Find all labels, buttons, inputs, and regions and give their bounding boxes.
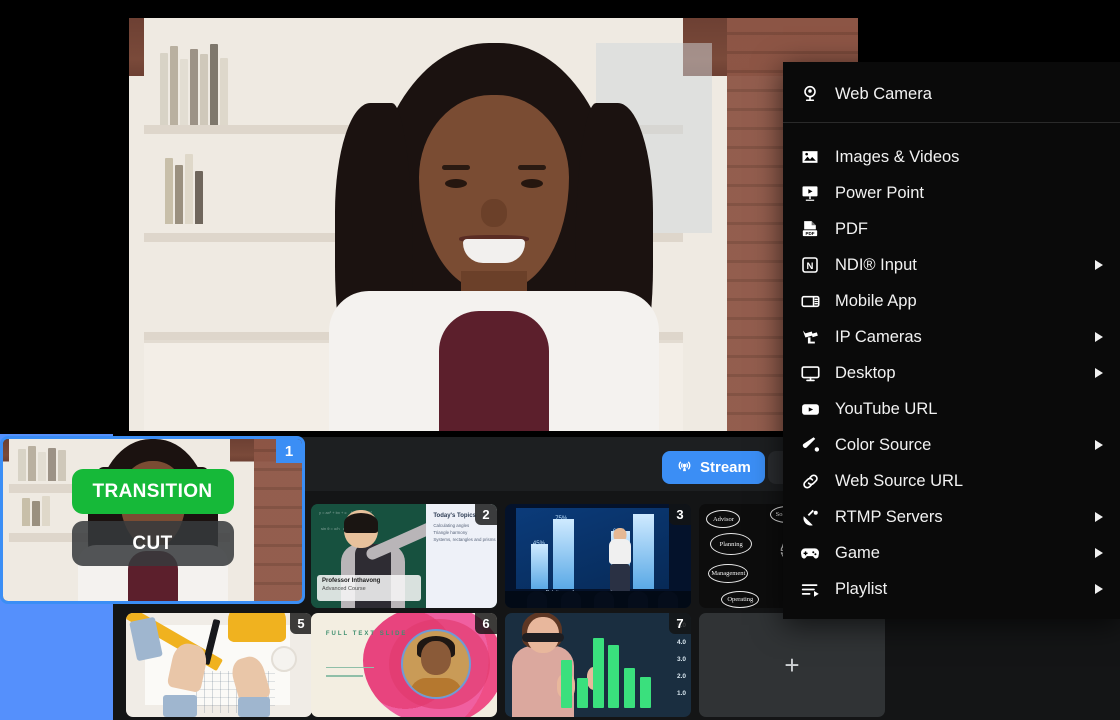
thumbnail-7-axis-tick: 2.0 (677, 673, 686, 680)
stream-button-label: Stream (700, 459, 751, 476)
menu-item-ndi-input-label: NDI® Input (835, 256, 917, 275)
thumbnail-2-subtitle: Advanced Course (322, 586, 416, 592)
menu-item-game-label: Game (835, 544, 880, 563)
program-thumbnail-number: 1 (276, 439, 302, 463)
menu-item-web-source-url-label: Web Source URL (835, 472, 963, 491)
program-video-frame (129, 18, 858, 431)
menu-item-pdf[interactable]: PDF PDF (783, 211, 1120, 247)
thumbnail-2-bullet-2: Triangle harmony (433, 530, 497, 535)
thumbnail-7-bar (640, 677, 651, 708)
paint-bucket-icon (795, 433, 825, 457)
thumbnail-6-slide-text: FULL TEXT SLIDE (326, 630, 408, 639)
menu-item-mobile-app-label: Mobile App (835, 292, 917, 311)
chevron-right-icon (1095, 260, 1103, 270)
playlist-icon (795, 577, 825, 601)
thumbnail-7-axis-tick: 1.0 (677, 690, 686, 697)
chevron-right-icon (1095, 440, 1103, 450)
thumbnail-3-number: 3 (669, 504, 691, 525)
thumbnail-2-name-card: Professor Inthavong Advanced Course (317, 575, 421, 601)
broadcast-icon (676, 457, 693, 478)
thumbnail-3-label-1: 45% (533, 541, 545, 547)
menu-item-youtube-url[interactable]: YouTube URL (783, 391, 1120, 427)
thumbnail-7-bar (561, 660, 572, 707)
thumbnail-4-node-management: Management (708, 564, 748, 583)
chevron-right-icon (1095, 584, 1103, 594)
thumbnail-7-axis-tick: 3.0 (677, 656, 686, 663)
menu-item-game[interactable]: Game (783, 535, 1120, 571)
svg-text:PDF: PDF (806, 231, 815, 236)
pdf-file-icon: PDF (795, 217, 825, 241)
thumbnail-7-axis-tick: 4.0 (677, 639, 686, 646)
thumbnail-3-label-2: 75% (555, 516, 567, 522)
thumbnail-7-bar (577, 678, 588, 708)
menu-item-images-videos-label: Images & Videos (835, 148, 959, 167)
menu-item-desktop[interactable]: Desktop (783, 355, 1120, 391)
thumbnail-3[interactable]: 45% 75% 64% Relative performance compari… (505, 504, 691, 608)
presentation-icon (795, 181, 825, 205)
image-icon (795, 145, 825, 169)
program-thumbnail-selected[interactable]: TRANSITION CUT 1 (0, 436, 305, 604)
menu-item-images-videos[interactable]: Images & Videos (783, 139, 1120, 175)
thumbnail-2[interactable]: y = ax² + bx + c ∠ABC = 90° sin θ = o/h … (311, 504, 497, 608)
menu-item-playlist-label: Playlist (835, 580, 887, 599)
thumbnail-7-bar (593, 638, 604, 708)
menu-item-power-point-label: Power Point (835, 184, 924, 203)
thumbnail-5-number: 5 (290, 613, 312, 634)
ndi-icon: N (795, 253, 825, 277)
menu-item-pdf-label: PDF (835, 220, 868, 239)
satellite-dish-icon (795, 505, 825, 529)
app-root: Stream y = ax² + bx + c ∠ABC = 90° sin θ… (0, 0, 1120, 720)
ip-camera-icon (795, 325, 825, 349)
mobile-app-icon (795, 289, 825, 313)
menu-item-power-point[interactable]: Power Point (783, 175, 1120, 211)
thumbnail-2-name: Professor Inthavong (322, 578, 416, 584)
youtube-icon (795, 397, 825, 421)
menu-item-web-camera-label: Web Camera (835, 85, 932, 104)
thumbnail-7-bar (624, 668, 635, 708)
add-source-context-menu: Web Camera Images & Videos (783, 62, 1120, 619)
web-camera-icon (795, 82, 825, 106)
thumbnail-7-bar (608, 645, 619, 707)
menu-item-color-source[interactable]: Color Source (783, 427, 1120, 463)
menu-item-playlist[interactable]: Playlist (783, 571, 1120, 607)
chevron-right-icon (1095, 332, 1103, 342)
thumbnail-7-number: 7 (669, 613, 691, 634)
monitor-icon (795, 361, 825, 385)
transition-button[interactable]: TRANSITION (72, 469, 234, 514)
menu-item-rtmp-servers[interactable]: RTMP Servers (783, 499, 1120, 535)
menu-item-desktop-label: Desktop (835, 364, 896, 383)
menu-item-youtube-url-label: YouTube URL (835, 400, 937, 419)
thumbnail-6-number: 6 (475, 613, 497, 634)
thumbnail-7[interactable]: 5.04.03.02.01.0 7 (505, 613, 691, 717)
chevron-right-icon (1095, 512, 1103, 522)
menu-item-color-source-label: Color Source (835, 436, 931, 455)
thumbnail-5[interactable]: 5 (126, 613, 312, 717)
thumbnail-6[interactable]: FULL TEXT SLIDE 6 (311, 613, 497, 717)
menu-item-web-camera[interactable]: Web Camera (783, 70, 1120, 118)
menu-item-web-source-url[interactable]: Web Source URL (783, 463, 1120, 499)
gamepad-icon (795, 541, 825, 565)
chevron-right-icon (1095, 548, 1103, 558)
cut-button[interactable]: CUT (72, 521, 234, 566)
menu-item-mobile-app[interactable]: Mobile App (783, 283, 1120, 319)
link-icon (795, 469, 825, 493)
add-source-tile[interactable]: + (699, 613, 885, 717)
menu-item-ip-cameras[interactable]: IP Cameras (783, 319, 1120, 355)
presenter-figure (329, 43, 659, 431)
program-preview[interactable] (129, 18, 858, 431)
menu-item-ndi-input[interactable]: N NDI® Input (783, 247, 1120, 283)
thumbnail-4-node-planning: Planning (710, 533, 752, 555)
plus-icon: + (784, 652, 799, 678)
thumbnail-4-node-advisor: Advisor (706, 510, 740, 528)
stream-button[interactable]: Stream (662, 451, 765, 484)
svg-text:N: N (807, 261, 814, 272)
thumbnail-4-node-operating: Operating (721, 591, 759, 608)
menu-divider (783, 122, 1120, 123)
thumbnail-2-number: 2 (475, 504, 497, 525)
menu-item-rtmp-servers-label: RTMP Servers (835, 508, 943, 527)
menu-item-ip-cameras-label: IP Cameras (835, 328, 922, 347)
chevron-right-icon (1095, 368, 1103, 378)
thumbnail-2-bullet-3: Systems, rectangles and prisms (433, 537, 497, 542)
